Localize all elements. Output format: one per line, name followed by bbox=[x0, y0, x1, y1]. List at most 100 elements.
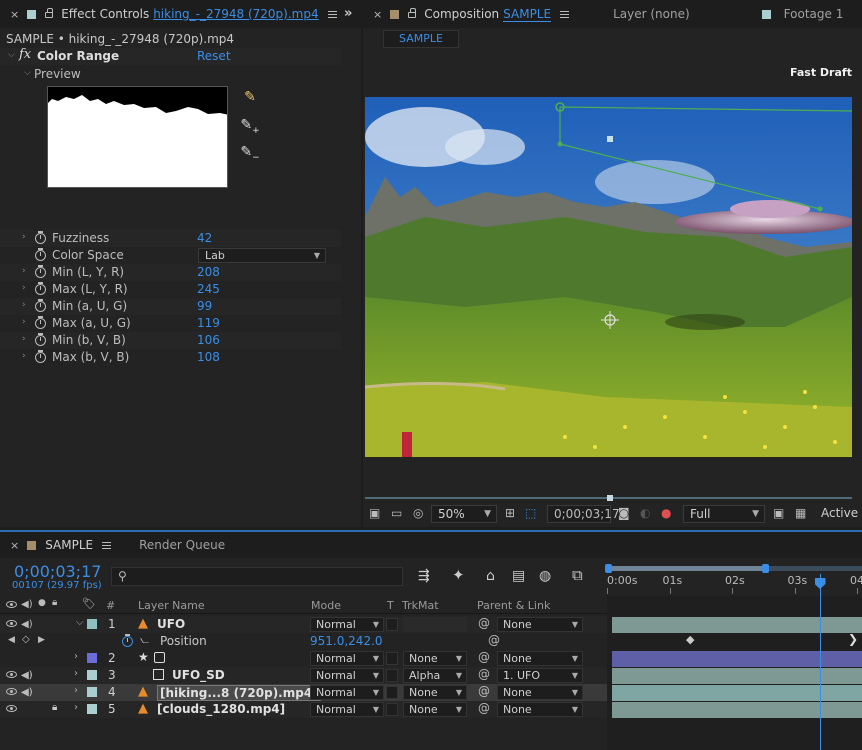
preserve-transparency-toggle[interactable] bbox=[386, 618, 398, 631]
add-keyframe-icon[interactable]: ◇ bbox=[22, 634, 30, 645]
current-time-display[interactable]: 0;00;03;17 bbox=[547, 505, 620, 523]
param-value[interactable]: 99 bbox=[197, 299, 212, 313]
composition-tab[interactable]: Composition bbox=[424, 7, 499, 21]
lock-icon[interactable] bbox=[45, 8, 54, 18]
chevron-right-icon[interactable]: › bbox=[22, 351, 26, 361]
motion-blur-icon[interactable]: ◍ bbox=[539, 568, 551, 584]
chevron-right-icon[interactable]: › bbox=[74, 702, 78, 713]
playhead-line[interactable] bbox=[819, 574, 821, 750]
file-tab-link[interactable]: hiking_-_27948 (720p).mp4 bbox=[153, 7, 318, 21]
timeline-tab[interactable]: SAMPLE bbox=[45, 538, 93, 552]
reset-button[interactable]: Reset bbox=[197, 49, 231, 63]
eyedropper-subtract-icon[interactable]: ✎− bbox=[240, 142, 260, 163]
stopwatch-icon[interactable] bbox=[35, 282, 46, 295]
monitor-icon[interactable]: ▭ bbox=[391, 503, 402, 523]
param-value[interactable]: 245 bbox=[197, 282, 220, 296]
stopwatch-icon[interactable] bbox=[35, 265, 46, 278]
layer-duration-bar[interactable] bbox=[612, 702, 862, 718]
layer-name[interactable]: UFO_SD bbox=[172, 668, 225, 682]
mask-visibility-icon[interactable]: ◎ bbox=[413, 503, 423, 523]
chevron-down-icon[interactable]: ⌵ bbox=[8, 50, 15, 60]
stopwatch-icon[interactable] bbox=[35, 299, 46, 312]
video-eye-icon[interactable] bbox=[6, 688, 17, 695]
chevron-right-icon[interactable]: › bbox=[22, 317, 26, 327]
chevron-right-icon[interactable]: › bbox=[22, 232, 26, 242]
graph-icon[interactable]: ⦦ bbox=[140, 633, 149, 647]
comp-name-tab[interactable]: SAMPLE bbox=[503, 7, 552, 22]
chevron-right-icon[interactable]: › bbox=[74, 651, 78, 662]
eyedropper-icon[interactable]: ✎ bbox=[240, 87, 260, 107]
prev-keyframe-icon[interactable]: ◀ bbox=[8, 635, 15, 645]
keyframe-arrow-icon[interactable]: ❯ bbox=[848, 632, 858, 646]
close-icon[interactable]: × bbox=[10, 539, 19, 552]
panel-menu-icon[interactable] bbox=[102, 541, 112, 549]
parent-dropdown[interactable]: 1. UFO ▼ bbox=[497, 668, 583, 683]
track-matte-dropdown[interactable]: None ▼ bbox=[403, 702, 467, 717]
panel-menu-icon[interactable] bbox=[560, 10, 570, 18]
color-space-dropdown[interactable]: Lab ▼ bbox=[198, 248, 326, 263]
footage-tab[interactable]: Footage 157 bbox=[784, 7, 844, 21]
layer-tab[interactable]: Layer (none) bbox=[613, 7, 690, 21]
layer-name[interactable]: [hiking...8 (720p).mp4] bbox=[157, 685, 321, 701]
work-area-end-handle[interactable] bbox=[762, 564, 769, 573]
comp-flowchart-button[interactable]: SAMPLE bbox=[383, 30, 459, 48]
eyedropper-add-icon[interactable]: ✎+ bbox=[240, 115, 260, 136]
parent-dropdown[interactable]: None ▼ bbox=[497, 651, 583, 666]
audio-speaker-icon[interactable]: ◀) bbox=[21, 599, 33, 610]
preserve-transparency-toggle[interactable] bbox=[386, 669, 398, 682]
preserve-transparency-toggle[interactable] bbox=[386, 652, 398, 665]
layer-search-box[interactable]: ⚲ bbox=[111, 567, 403, 586]
video-eye-icon[interactable] bbox=[6, 705, 17, 712]
chevron-right-icon[interactable]: › bbox=[22, 266, 26, 276]
param-value[interactable]: 108 bbox=[197, 350, 220, 364]
label-tag-icon[interactable]: 🏷︎ bbox=[82, 597, 96, 610]
lock-icon[interactable]: 🔒︎ bbox=[52, 702, 57, 713]
param-value[interactable]: 42 bbox=[197, 231, 212, 245]
layer-label-color[interactable] bbox=[87, 653, 97, 663]
search-input[interactable] bbox=[134, 569, 394, 584]
always-preview-icon[interactable]: ▣ bbox=[369, 503, 380, 523]
layer-row[interactable]: 🔒︎ › 5 ▲ [clouds_1280.mp4] Normal ▼ None ▼ @ None ▼ bbox=[0, 701, 607, 718]
track-matte-dropdown[interactable]: None ▼ bbox=[403, 651, 467, 666]
audio-speaker-icon[interactable]: ◀) bbox=[21, 687, 33, 698]
layer-duration-bar[interactable] bbox=[612, 685, 862, 701]
audio-speaker-icon[interactable]: ◀) bbox=[21, 619, 33, 630]
work-area-bar[interactable] bbox=[609, 566, 766, 571]
layer-row[interactable]: ◀) ◀) › 3 UFO_SD Normal ▼ Alpha ▼ @1. UFO ▼ bbox=[0, 667, 607, 684]
chevron-right-icon[interactable]: › bbox=[74, 668, 78, 679]
layer-name-column[interactable]: Layer Name bbox=[138, 599, 205, 612]
fx-icon[interactable]: fx bbox=[19, 47, 31, 62]
render-queue-tab[interactable]: Render Queue bbox=[139, 538, 225, 552]
blend-mode-dropdown[interactable]: Normal ▼ bbox=[310, 702, 384, 717]
keyframe-icon[interactable]: ◆ bbox=[686, 633, 694, 646]
panel-overflow-icon[interactable]: » bbox=[344, 6, 352, 21]
safe-margins-icon[interactable]: ⊞ bbox=[505, 503, 515, 523]
layer-duration-bar[interactable] bbox=[612, 651, 862, 667]
show-snapshot-icon[interactable]: ◐ bbox=[640, 503, 650, 523]
frame-blending-icon[interactable]: ▤ bbox=[512, 568, 525, 584]
param-value[interactable]: 119 bbox=[197, 316, 220, 330]
zoom-dropdown[interactable]: 50% ▼ bbox=[431, 505, 497, 523]
chevron-right-icon[interactable]: › bbox=[74, 685, 78, 696]
lock-column-icon[interactable]: 🔒︎ bbox=[52, 597, 57, 608]
layer-label-color[interactable] bbox=[87, 619, 97, 629]
pick-whip-icon[interactable]: @ bbox=[478, 684, 490, 698]
shy-icon[interactable]: ⌂ bbox=[486, 568, 495, 584]
blend-mode-dropdown[interactable]: Normal ▼ bbox=[310, 668, 384, 683]
snapshot-icon[interactable]: ◙ bbox=[618, 503, 630, 523]
layer-row[interactable]: ◀) ◀) › 4 ▲ [hiking...8 (720p).mp4] Normal ▼ Non… bbox=[0, 684, 607, 701]
blend-mode-dropdown[interactable]: Normal ▼ bbox=[310, 651, 384, 666]
comp-mini-flowchart-icon[interactable]: ⇶ bbox=[418, 568, 430, 584]
graph-editor-icon[interactable]: ⧉ bbox=[572, 566, 583, 584]
layer-row[interactable]: › 2 ★ Normal ▼ None ▼ @ None ▼ bbox=[0, 650, 607, 667]
matte-preview[interactable] bbox=[47, 86, 228, 188]
composition-viewer[interactable] bbox=[365, 97, 852, 457]
region-of-interest-icon[interactable]: ⬚ bbox=[525, 503, 536, 523]
active-camera-dropdown[interactable]: Active bbox=[815, 505, 862, 523]
layer-name[interactable]: [clouds_1280.mp4] bbox=[157, 702, 285, 716]
audio-speaker-icon[interactable]: ◀) bbox=[21, 670, 33, 681]
stopwatch-icon[interactable] bbox=[122, 634, 133, 647]
chevron-right-icon[interactable]: › bbox=[22, 334, 26, 344]
video-eye-icon[interactable] bbox=[6, 620, 17, 627]
next-keyframe-icon[interactable]: ▶ bbox=[38, 635, 45, 645]
